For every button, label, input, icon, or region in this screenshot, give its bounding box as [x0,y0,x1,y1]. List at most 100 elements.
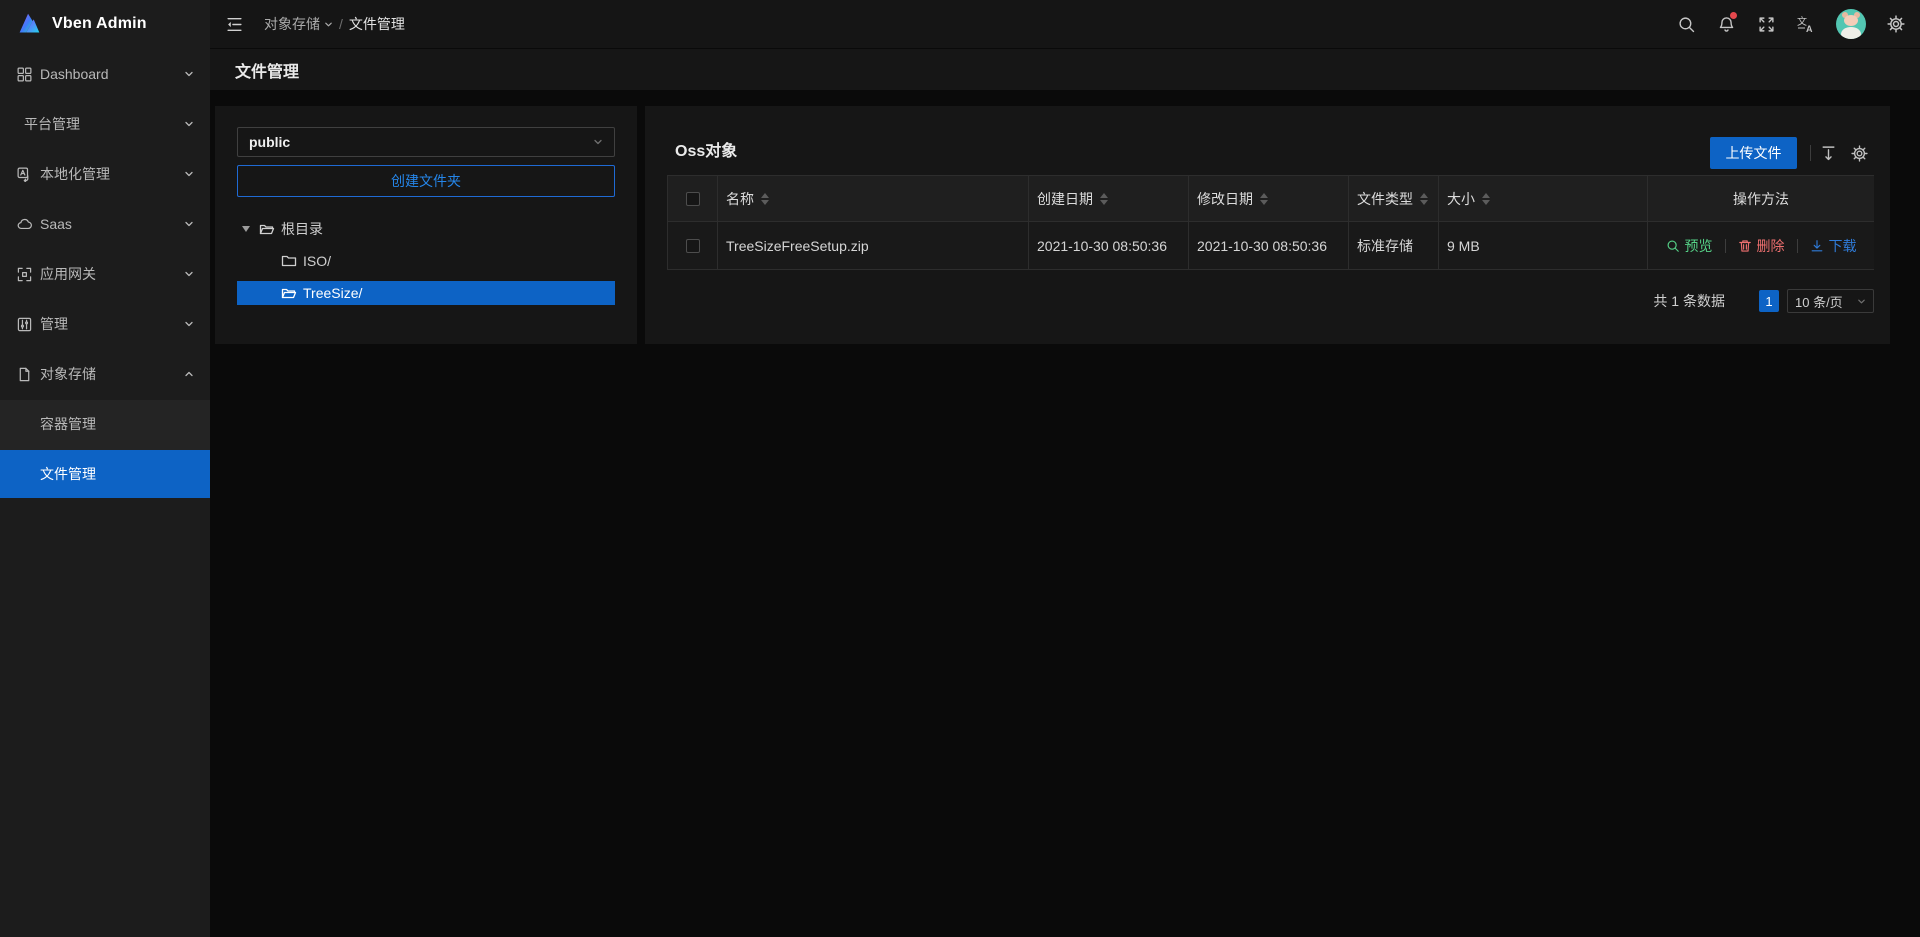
table-header-row: 名称 创建日期 修改日期 文件类型 大小 [668,176,1873,222]
cloud-icon [17,217,32,232]
vben-logo-icon [14,9,44,39]
download-button[interactable]: 下载 [1810,236,1857,256]
user-avatar[interactable] [1836,9,1866,39]
page-title: 文件管理 [235,58,299,82]
search-icon[interactable] [1666,0,1706,48]
folder-open-icon [281,285,297,301]
oss-table: 名称 创建日期 修改日期 文件类型 大小 [667,175,1874,270]
sidebar-item-object-storage[interactable]: 对象存储 [0,350,210,398]
tree-node-label: 根目录 [281,219,323,239]
sort-icon[interactable] [1420,193,1428,205]
sidebar-item-label: 应用网关 [40,264,184,284]
translate-box-icon [17,167,32,182]
toolbar-divider [1810,145,1811,161]
chevron-down-icon [184,69,194,79]
table-row: TreeSizeFreeSetup.zip 2021-10-30 08:50:3… [668,222,1873,270]
oss-panel: Oss对象 上传文件 名称 创建日期 修改 [645,106,1890,344]
create-folder-label: 创建文件夹 [391,171,461,191]
logo-title: Vben Admin [52,15,147,33]
sort-icon[interactable] [1260,193,1268,205]
gateway-icon [17,267,32,282]
download-icon [1810,239,1824,253]
create-folder-button[interactable]: 创建文件夹 [237,165,615,197]
sort-icon[interactable] [761,193,769,205]
column-settings-icon[interactable] [1851,145,1868,162]
upload-file-button[interactable]: 上传文件 [1710,137,1797,169]
breadcrumb-separator: / [339,16,343,32]
cell-created: 2021-10-30 08:50:36 [1029,222,1189,270]
column-header-size[interactable]: 大小 [1439,176,1648,222]
column-header-actions: 操作方法 [1648,176,1874,222]
chevron-down-icon [184,269,194,279]
breadcrumb-current: 文件管理 [349,14,405,34]
column-height-icon[interactable] [1820,145,1837,162]
preview-button[interactable]: 预览 [1666,236,1713,256]
column-label: 创建日期 [1037,189,1093,209]
bell-icon[interactable] [1706,0,1746,48]
delete-button[interactable]: 删除 [1738,236,1785,256]
pagination-page-1[interactable]: 1 [1759,290,1779,312]
select-all-checkbox[interactable] [686,192,700,206]
cell-actions: 预览 删除 下载 [1648,222,1874,270]
column-header-type[interactable]: 文件类型 [1349,176,1439,222]
chevron-down-icon [593,137,603,147]
sidebar-item-file-management[interactable]: 文件管理 [0,450,210,498]
sidebar-item-localization[interactable]: 本地化管理 [0,150,210,198]
top-header: 对象存储 / 文件管理 文A [210,0,1920,48]
logo[interactable]: Vben Admin [0,0,210,48]
breadcrumb: 对象存储 / 文件管理 [264,14,405,34]
tree-node-root[interactable]: 根目录 [237,217,615,241]
sidebar-item-gateway[interactable]: 应用网关 [0,250,210,298]
page-size-value: 10 条/页 [1795,292,1857,311]
breadcrumb-parent-label: 对象存储 [264,14,320,34]
row-checkbox[interactable] [686,239,700,253]
fullscreen-icon[interactable] [1746,0,1786,48]
column-label: 大小 [1447,189,1475,209]
cell-modified: 2021-10-30 08:50:36 [1189,222,1349,270]
sort-icon[interactable] [1100,193,1108,205]
sort-icon[interactable] [1482,193,1490,205]
folder-open-icon [259,221,275,237]
translate-icon[interactable]: 文A [1786,0,1826,48]
column-header-modified[interactable]: 修改日期 [1189,176,1349,222]
column-label: 修改日期 [1197,189,1253,209]
oss-panel-title: Oss对象 [675,137,737,161]
file-icon [17,367,32,382]
menu-fold-icon[interactable] [222,12,246,36]
chevron-down-icon [184,169,194,179]
sidebar-item-label: 本地化管理 [40,164,184,184]
tree-node-label: TreeSize/ [303,285,362,301]
sidebar-item-admin[interactable]: 管理 [0,300,210,348]
notification-dot [1730,12,1737,19]
sidebar-item-label: Dashboard [40,66,184,82]
folder-tree: 根目录 ISO/ TreeSize/ [237,217,615,305]
sidebar-item-label: 管理 [40,314,184,334]
bucket-select[interactable]: public [237,127,615,157]
sidebar-item-label: Saas [40,216,184,232]
breadcrumb-parent[interactable]: 对象存储 [264,14,333,34]
page-header: 文件管理 [210,48,1920,90]
sidebar-item-saas[interactable]: Saas [0,200,210,248]
cell-size: 9 MB [1439,222,1648,270]
sidebar-item-label: 对象存储 [40,364,184,384]
column-header-created[interactable]: 创建日期 [1029,176,1189,222]
sidebar-item-dashboard[interactable]: Dashboard [0,50,210,98]
caret-down-icon[interactable] [237,226,255,232]
sidebar-item-container-management[interactable]: 容器管理 [0,400,210,448]
object-storage-submenu: 容器管理 文件管理 [0,400,210,498]
sidebar-item-label: 文件管理 [40,464,96,484]
action-divider [1797,239,1798,253]
tree-node-iso[interactable]: ISO/ [237,249,615,273]
page-size-select[interactable]: 10 条/页 [1787,289,1874,313]
delete-label: 删除 [1757,236,1785,256]
sidebar-item-platform[interactable]: 平台管理 [0,100,210,148]
chevron-down-icon [324,20,333,29]
settings-gear-icon[interactable] [1876,0,1916,48]
tree-node-treesize[interactable]: TreeSize/ [237,281,615,305]
column-label: 文件类型 [1357,189,1413,209]
upload-file-label: 上传文件 [1726,145,1782,161]
tree-node-label: ISO/ [303,253,331,269]
chevron-down-icon [1857,297,1866,306]
column-header-name[interactable]: 名称 [718,176,1029,222]
svg-text:A: A [1806,24,1813,33]
